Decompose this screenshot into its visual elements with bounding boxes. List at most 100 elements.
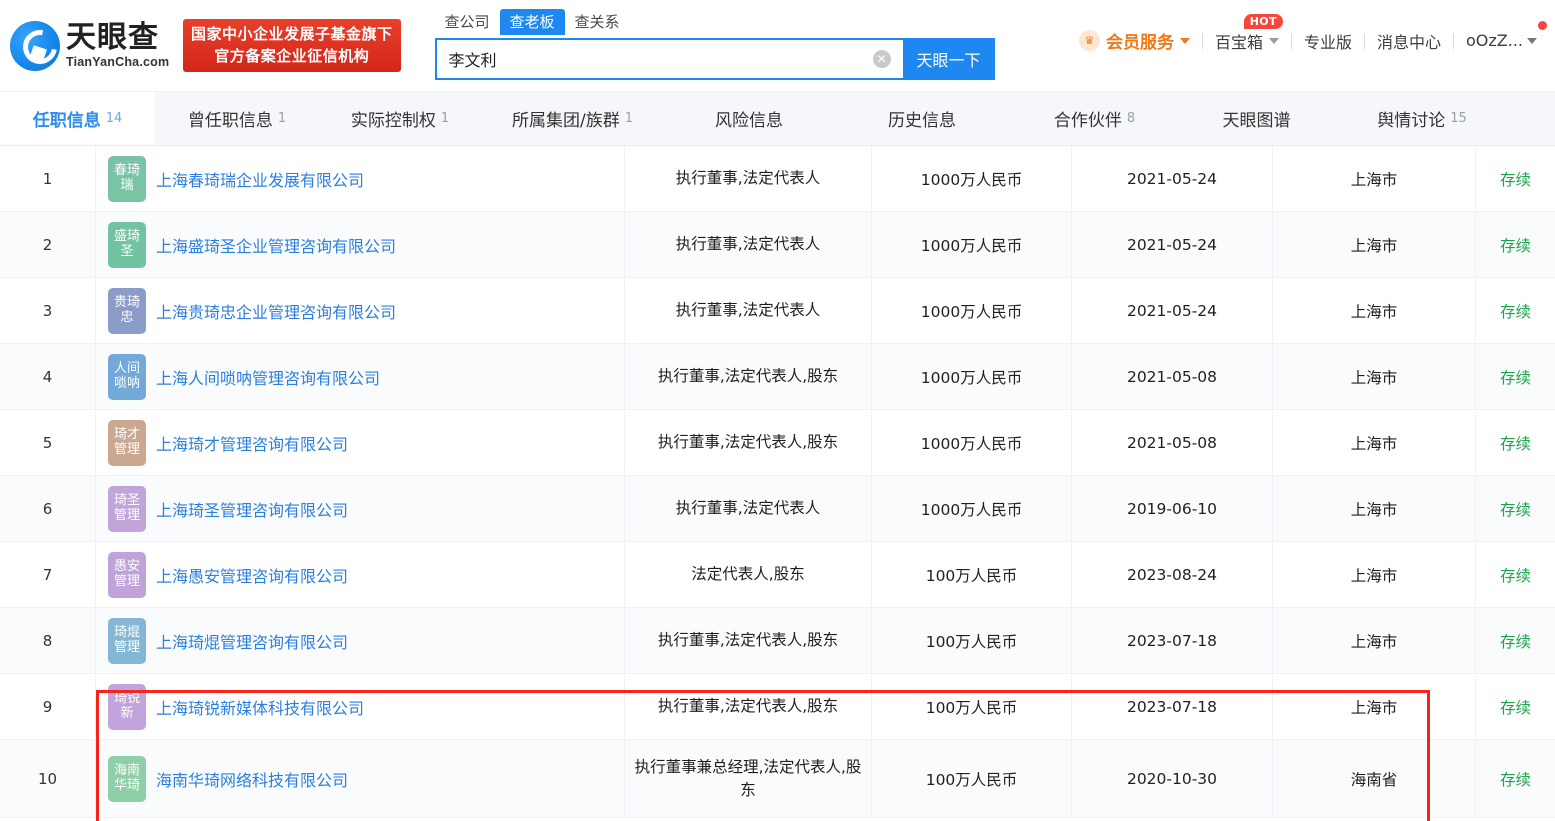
- tab-current-positions[interactable]: 任职信息 14: [0, 92, 155, 145]
- search-type-tabs: 查公司 查老板 查关系: [435, 9, 995, 35]
- position-role-cell: 执行董事,法定代表人,股东: [625, 608, 872, 673]
- row-index: 8: [0, 608, 96, 673]
- position-role-cell: 执行董事,法定代表人,股东: [625, 674, 872, 739]
- company-avatar: 盛琦圣: [108, 221, 146, 268]
- company-name-link[interactable]: 上海琦圣管理咨询有限公司: [156, 497, 348, 521]
- position-role-cell: 执行董事,法定代表人,股东: [625, 344, 872, 409]
- establish-date-cell: 2019-06-10: [1072, 476, 1273, 541]
- registered-capital-cell: 1000万人民币: [872, 410, 1072, 475]
- row-index: 6: [0, 476, 96, 541]
- tianyancha-eye-logo-icon: [10, 20, 60, 71]
- table-row[interactable]: 9 琦锐新上海琦锐新媒体科技有限公司 执行董事,法定代表人,股东 100万人民币 202…: [0, 674, 1555, 740]
- hot-badge: HOT: [1243, 13, 1283, 29]
- table-row[interactable]: 6 琦圣 管理 上海琦圣管理咨询有限公司 执行董事,法定代表人 1000万人民币 2019-…: [0, 476, 1555, 542]
- company-name-link[interactable]: 海南华琦网络科技有限公司: [156, 767, 348, 791]
- company-name-link[interactable]: 上海盛琦圣企业管理咨询有限公司: [156, 233, 396, 257]
- company-name-link[interactable]: 上海琦才管理咨询有限公司: [156, 431, 348, 455]
- tab-label: 任职信息: [32, 111, 101, 131]
- region-cell: 上海市: [1273, 476, 1476, 541]
- company-name-link[interactable]: 上海人间唢呐管理咨询有限公司: [156, 365, 380, 389]
- company-name-link[interactable]: 上海贵琦忠企业管理咨询有限公司: [156, 299, 396, 323]
- company-name-link[interactable]: 上海琦锐新媒体科技有限公司: [156, 695, 364, 719]
- table-row[interactable]: 10 海南 华琦 海南华琦网络科技有限公司 执行董事兼总经理,法定代表人,股东 100万人…: [0, 740, 1555, 818]
- nav-user-account[interactable]: oOzZ...: [1454, 21, 1549, 50]
- row-index: 3: [0, 278, 96, 343]
- gov-badge-line-1: 国家中小企业发展子基金旗下: [191, 24, 393, 43]
- registered-capital-cell: 100万人民币: [872, 740, 1072, 817]
- nav-member-service[interactable]: ♛ 会员服务: [1067, 28, 1202, 53]
- table-row[interactable]: 5 琦才 管理 上海琦才管理咨询有限公司 执行董事,法定代表人,股东 1000万人民币 20…: [0, 410, 1555, 476]
- tab-label: 天眼图谱: [1222, 111, 1291, 131]
- logo-title-cn: 天眼查: [66, 19, 159, 55]
- establish-date-cell: 2021-05-08: [1072, 344, 1273, 409]
- nav-professional[interactable]: 专业版: [1292, 29, 1364, 53]
- search-input-wrapper: ✕: [434, 38, 903, 80]
- site-logo[interactable]: 天眼查 TianYanCha.com: [10, 19, 175, 71]
- tab-label: 所属集团/族群: [511, 111, 620, 131]
- company-name-link[interactable]: 上海愚安管理咨询有限公司: [156, 563, 348, 587]
- company-name-link[interactable]: 上海琦焜管理咨询有限公司: [156, 629, 348, 653]
- tab-actual-control[interactable]: 实际控制权 1: [319, 92, 481, 145]
- status-badge: 存续: [1499, 302, 1531, 321]
- company-cell: 人间 唢呐 上海人间唢呐管理咨询有限公司: [96, 344, 625, 409]
- search-input[interactable]: [436, 49, 903, 69]
- region-cell: 上海市: [1273, 278, 1476, 343]
- table-row[interactable]: 7 愚安 管理 上海愚安管理咨询有限公司 法定代表人,股东 100万人民币 2023-08-…: [0, 542, 1555, 608]
- tab-partners[interactable]: 合作伙伴 8: [1010, 92, 1179, 145]
- tab-label: 曾任职信息: [187, 111, 273, 131]
- row-index: 9: [0, 674, 96, 739]
- company-cell: 盛琦圣上海盛琦圣企业管理咨询有限公司: [96, 212, 625, 277]
- status-badge: 存续: [1499, 500, 1531, 519]
- row-index: 4: [0, 344, 96, 409]
- clear-search-icon[interactable]: ✕: [872, 50, 891, 68]
- table-row[interactable]: 4 人间 唢呐 上海人间唢呐管理咨询有限公司 执行董事,法定代表人,股东 1000万人民币…: [0, 344, 1555, 410]
- position-role-cell: 执行董事,法定代表人: [625, 212, 872, 277]
- member-service-label: 会员服务: [1105, 33, 1174, 53]
- region-cell: 上海市: [1273, 608, 1476, 673]
- toolbox-label: 百宝箱: [1214, 32, 1263, 52]
- table-row[interactable]: 8 琦焜 管理 上海琦焜管理咨询有限公司 执行董事,法定代表人,股东 100万人民币 202…: [0, 608, 1555, 674]
- tab-label: 合作伙伴: [1053, 111, 1122, 131]
- status-badge: 存续: [1499, 236, 1531, 255]
- tab-group-affiliation[interactable]: 所属集团/族群 1: [481, 92, 664, 145]
- status-badge: 存续: [1499, 170, 1531, 189]
- registered-capital-cell: 100万人民币: [872, 608, 1072, 673]
- content-tabbar: 任职信息 14 曾任职信息 1 实际控制权 1 所属集团/族群 1 风险信息 历…: [0, 92, 1555, 146]
- table-row[interactable]: 2 盛琦圣上海盛琦圣企业管理咨询有限公司 执行董事,法定代表人 1000万人民币 202…: [0, 212, 1555, 278]
- search-tab-relation[interactable]: 查关系: [565, 9, 630, 35]
- tab-count: 14: [105, 111, 123, 126]
- status-badge: 存续: [1499, 368, 1531, 387]
- registered-capital-cell: 100万人民币: [872, 542, 1072, 607]
- tab-public-opinion[interactable]: 舆情讨论 15: [1339, 92, 1505, 145]
- region-cell: 上海市: [1273, 212, 1476, 277]
- table-row[interactable]: 3 贵琦忠上海贵琦忠企业管理咨询有限公司 执行董事,法定代表人 1000万人民币 202…: [0, 278, 1555, 344]
- company-cell: 琦圣 管理 上海琦圣管理咨询有限公司: [96, 476, 625, 541]
- row-index: 2: [0, 212, 96, 277]
- tab-former-positions[interactable]: 曾任职信息 1: [155, 92, 319, 145]
- nav-message-center[interactable]: 消息中心: [1365, 29, 1453, 53]
- status-badge: 存续: [1499, 566, 1531, 585]
- tab-graph[interactable]: 天眼图谱: [1179, 92, 1339, 145]
- search-button[interactable]: 天眼一下: [902, 38, 995, 80]
- row-index: 10: [0, 740, 96, 817]
- establish-date-cell: 2021-05-08: [1072, 410, 1273, 475]
- registered-capital-cell: 1000万人民币: [872, 278, 1072, 343]
- company-name-link[interactable]: 上海春琦瑞企业发展有限公司: [156, 167, 364, 191]
- tab-count: 15: [1450, 111, 1467, 126]
- tab-history-info[interactable]: 历史信息: [839, 92, 1010, 145]
- tab-label: 风险信息: [715, 111, 783, 131]
- nav-toolbox[interactable]: HOT 百宝箱: [1203, 13, 1291, 53]
- registered-capital-cell: 1000万人民币: [872, 476, 1072, 541]
- tab-label: 历史信息: [888, 111, 956, 131]
- table-row[interactable]: 1 春琦瑞上海春琦瑞企业发展有限公司 执行董事,法定代表人 1000万人民币 2021-…: [0, 146, 1555, 212]
- row-index: 1: [0, 146, 96, 211]
- region-cell: 上海市: [1273, 410, 1476, 475]
- company-cell: 琦锐新上海琦锐新媒体科技有限公司: [96, 674, 625, 739]
- company-avatar: 琦焜 管理: [108, 617, 146, 664]
- search-tab-company[interactable]: 查公司: [435, 9, 500, 35]
- search-tab-boss[interactable]: 查老板: [499, 9, 565, 35]
- establish-date-cell: 2020-10-30: [1072, 740, 1273, 817]
- position-role-cell: 执行董事,法定代表人: [625, 476, 872, 541]
- registered-capital-cell: 1000万人民币: [872, 344, 1072, 409]
- tab-risk-info[interactable]: 风险信息: [664, 92, 839, 145]
